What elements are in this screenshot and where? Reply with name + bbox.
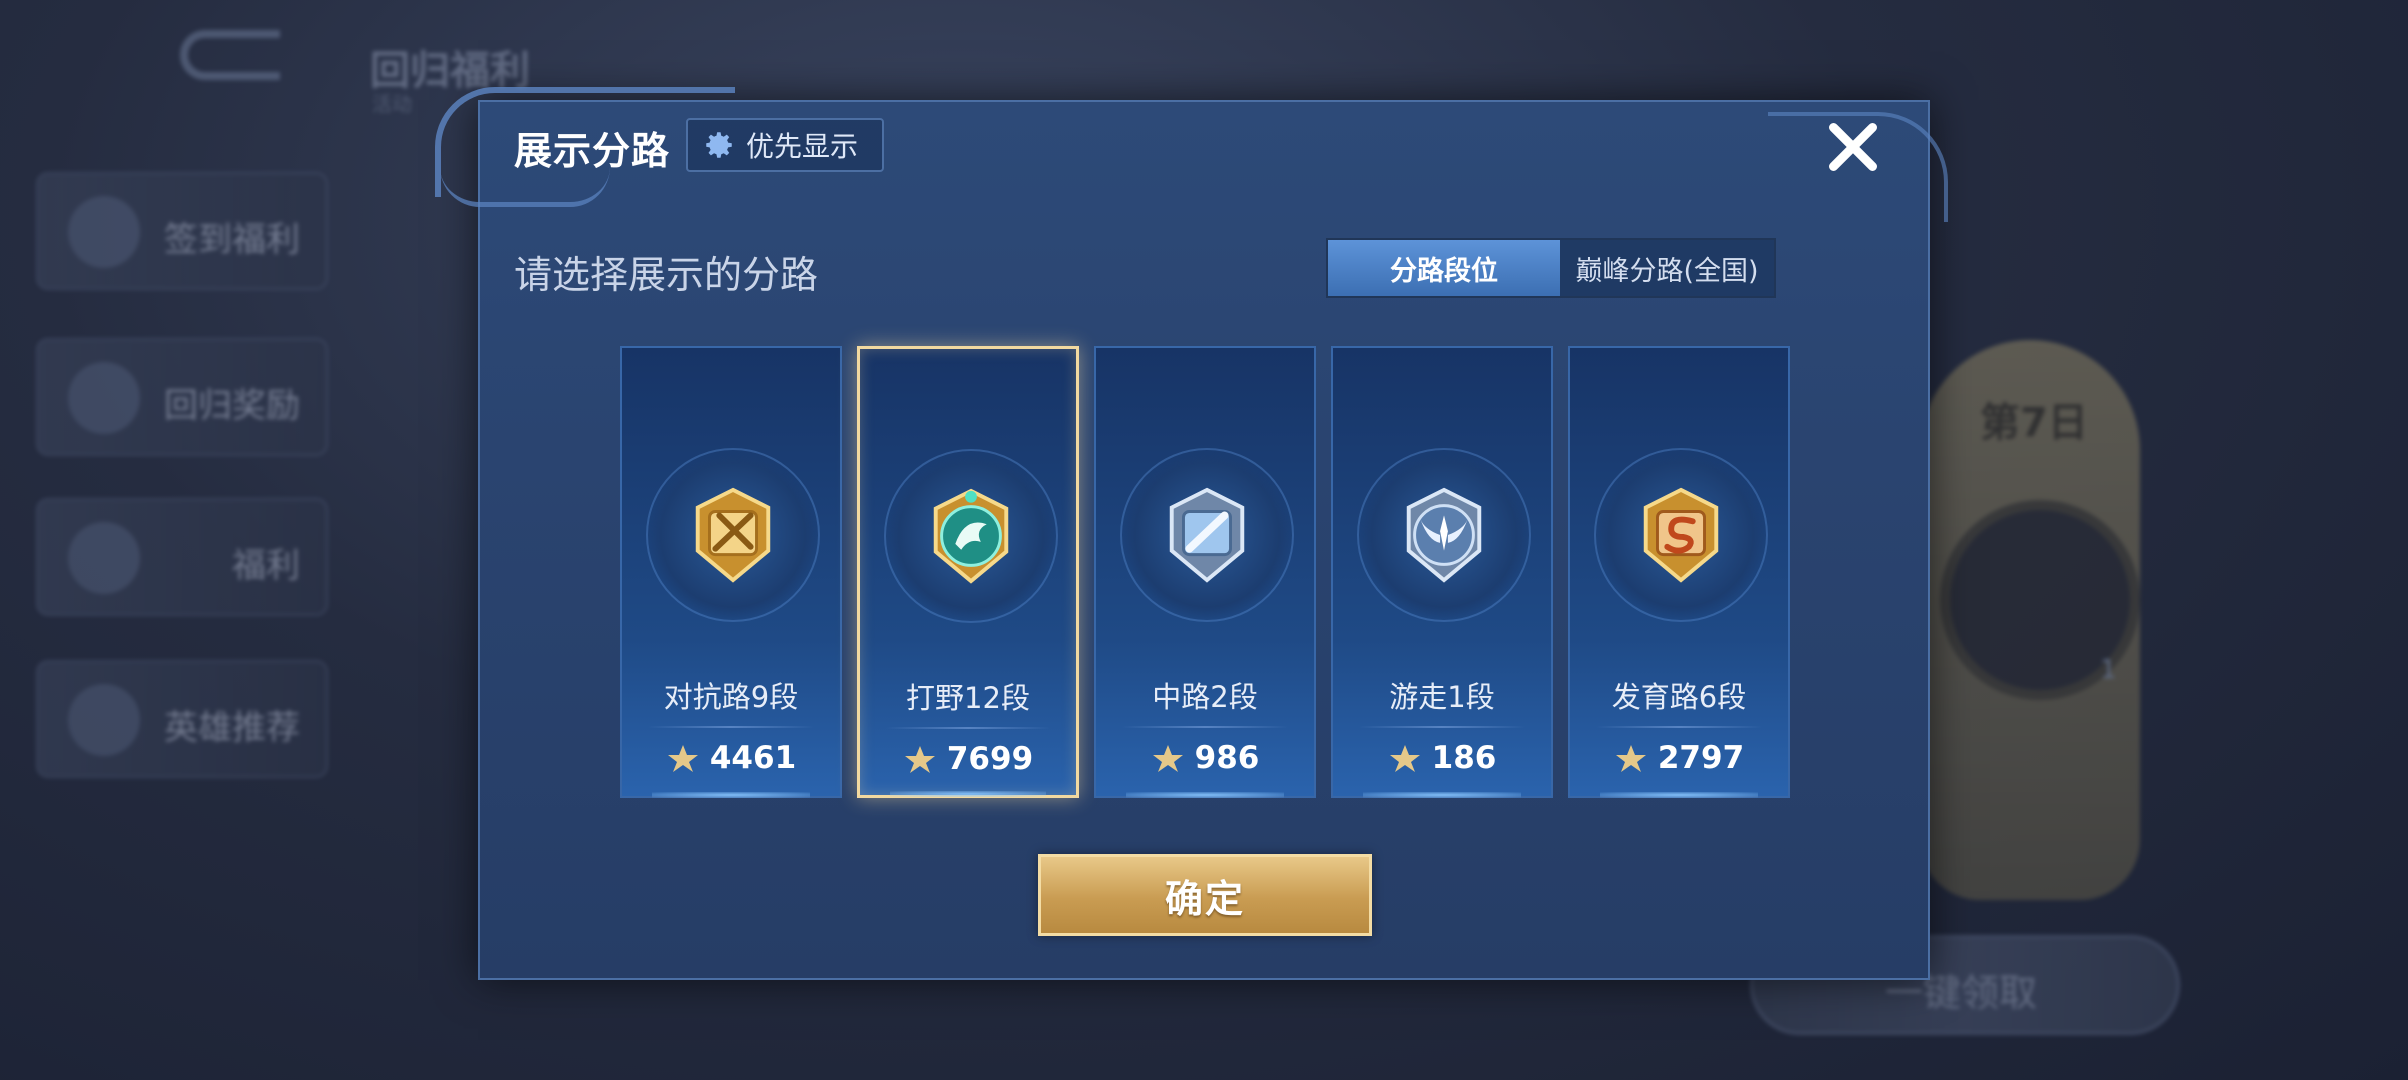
card-glow (652, 792, 810, 798)
lane-score: 986 (1194, 740, 1260, 776)
card-glow (1600, 792, 1758, 798)
mid-lane-badge-icon (1169, 487, 1245, 583)
lane-score: 186 (1431, 740, 1497, 776)
roam-wings-badge-icon (1406, 487, 1482, 583)
rank-points-icon (904, 746, 935, 773)
lane-card-jungle[interactable]: 打野12段 7699 (857, 346, 1079, 798)
divider (1122, 726, 1288, 728)
signin-icon (68, 196, 140, 268)
lane-score: 7699 (946, 741, 1034, 777)
page-subtitle: 活动 (372, 92, 412, 116)
lane-card-mid[interactable]: 中路2段 986 (1094, 346, 1316, 798)
hero-art-icon (68, 522, 140, 594)
day-number: 1 (2100, 655, 2117, 685)
tab-lane-rank[interactable]: 分路段位 (1328, 240, 1560, 296)
lane-score-row: 7699 (860, 741, 1076, 777)
lane-score: 2797 (1657, 740, 1745, 776)
rank-points-icon (1389, 745, 1420, 772)
jungle-dragon-badge-icon (933, 488, 1009, 584)
divider (886, 727, 1050, 729)
hero-portrait-icon (68, 684, 140, 756)
confirm-label: 确定 (1164, 876, 1245, 921)
menu-item-label: 签到福利 (164, 220, 300, 260)
lane-card-list: 对抗路9段 4461 打野12段 7699 中路2段 986 游走1段 186 … (620, 346, 1800, 798)
rank-points-icon (1152, 745, 1183, 772)
divider (1596, 726, 1762, 728)
back-arrow-icon (180, 30, 280, 80)
lane-rank-label: 打野12段 (906, 681, 1030, 715)
lane-score: 4461 (709, 740, 797, 776)
lane-score-row: 4461 (622, 740, 840, 776)
lane-score-row: 186 (1333, 740, 1551, 776)
menu-item-label: 回归奖励 (164, 386, 300, 426)
lane-rank-label: 发育路6段 (1611, 680, 1747, 714)
menu-item-welfare: 福利 (36, 498, 328, 616)
reward-icon (68, 362, 140, 434)
card-glow (1363, 792, 1521, 798)
menu-item-hero-recommend: 英雄推荐 (36, 660, 328, 778)
rank-points-icon (1615, 745, 1646, 772)
close-icon (1829, 123, 1877, 171)
lane-rank-label: 中路2段 (1152, 680, 1258, 714)
lane-rank-label: 对抗路9段 (663, 680, 799, 714)
modal-title: 展示分路 (514, 129, 671, 173)
menu-item-label: 福利 (232, 546, 300, 586)
menu-item-label: 英雄推荐 (164, 708, 300, 748)
tab-peak-lane-national[interactable]: 巅峰分路(全国) (1560, 240, 1774, 296)
priority-display-button[interactable]: 优先显示 (686, 118, 884, 172)
lane-display-modal: 展示分路 优先显示 请选择展示的分路 分路段位 巅峰分路(全国) 对抗路9段 4… (435, 87, 1948, 980)
clash-lane-badge-icon (695, 487, 771, 583)
lane-card-roam[interactable]: 游走1段 186 (1331, 346, 1553, 798)
lane-rank-label: 游走1段 (1389, 680, 1495, 714)
card-glow (890, 791, 1046, 797)
confirm-button[interactable]: 确定 (1038, 854, 1372, 936)
lane-score-row: 2797 (1570, 740, 1788, 776)
lane-card-clash[interactable]: 对抗路9段 4461 (620, 346, 842, 798)
day-label: 第7日 (1980, 400, 2088, 446)
card-glow (1126, 792, 1284, 798)
divider (648, 726, 814, 728)
gear-icon (706, 132, 732, 158)
divider (1359, 726, 1525, 728)
menu-item-signin: 签到福利 (36, 172, 328, 290)
lane-select-prompt: 请选择展示的分路 (514, 253, 819, 297)
lane-card-farm[interactable]: 发育路6段 2797 (1568, 346, 1790, 798)
close-button[interactable] (1818, 112, 1888, 182)
menu-item-return-reward: 回归奖励 (36, 338, 328, 456)
lane-score-row: 986 (1096, 740, 1314, 776)
rank-type-tabs: 分路段位 巅峰分路(全国) (1326, 238, 1776, 298)
rank-points-icon (667, 745, 698, 772)
priority-display-label: 优先显示 (746, 130, 859, 163)
farm-lane-badge-icon (1643, 487, 1719, 583)
